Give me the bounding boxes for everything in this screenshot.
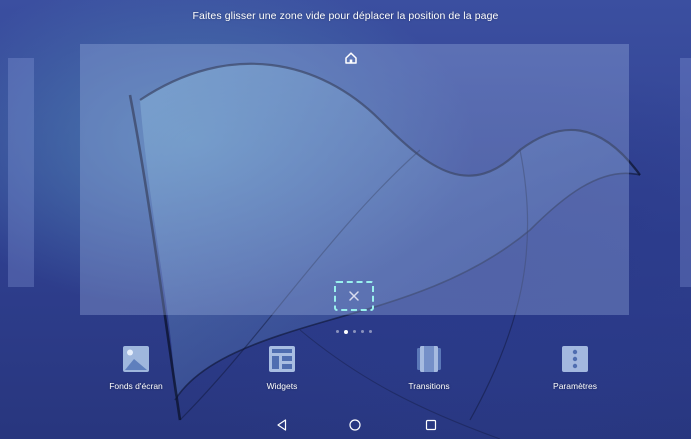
- wallpapers-button[interactable]: Fonds d'écran: [86, 344, 186, 391]
- edit-mode-menu: Fonds d'écran Widgets Transitions Paramè…: [0, 344, 691, 404]
- page-dot-current: [344, 329, 348, 334]
- page-dot: [353, 330, 356, 333]
- home-icon[interactable]: [348, 418, 362, 432]
- settings-icon: [562, 346, 588, 372]
- settings-button[interactable]: Paramètres: [525, 344, 625, 391]
- widgets-button[interactable]: Widgets: [232, 344, 332, 391]
- next-page-preview[interactable]: [680, 58, 691, 287]
- settings-label: Paramètres: [553, 381, 597, 391]
- transitions-button[interactable]: Transitions: [379, 344, 479, 391]
- current-page-preview[interactable]: [80, 44, 629, 315]
- page-dot: [336, 330, 339, 333]
- wallpapers-label: Fonds d'écran: [109, 381, 163, 391]
- close-icon: [349, 291, 359, 301]
- recents-icon[interactable]: [424, 418, 438, 432]
- back-icon[interactable]: [275, 418, 289, 432]
- page-dot: [361, 330, 364, 333]
- delete-page-button[interactable]: [334, 281, 374, 311]
- previous-page-preview[interactable]: [8, 58, 34, 287]
- edit-mode-instruction: Faites glisser une zone vide pour déplac…: [192, 10, 499, 22]
- home-screen-edit-mode: Faites glisser une zone vide pour déplac…: [0, 0, 691, 439]
- default-home-page-icon[interactable]: [344, 51, 358, 65]
- widgets-icon: [269, 346, 295, 372]
- page-dot: [369, 330, 372, 333]
- navigation-bar: [0, 410, 691, 439]
- page-indicator: [336, 329, 372, 335]
- widgets-label: Widgets: [266, 381, 298, 391]
- wallpaper-icon: [123, 346, 149, 372]
- transitions-icon: [417, 346, 441, 372]
- transitions-label: Transitions: [408, 381, 450, 391]
